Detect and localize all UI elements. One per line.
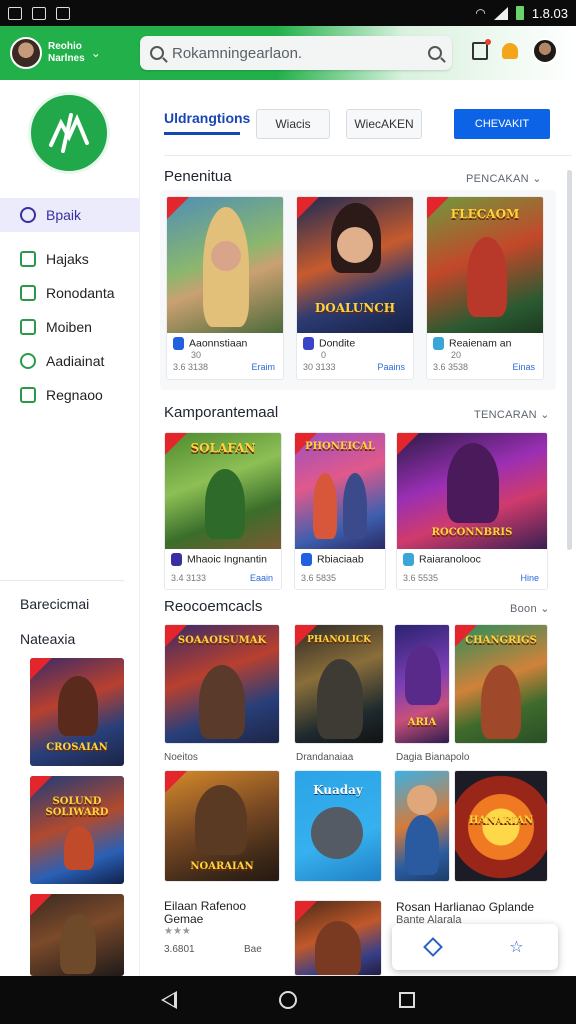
price-label: Hine (520, 573, 539, 583)
game-card[interactable]: DOALUNCH Dondite 0 30 3133 Paains (296, 196, 414, 380)
photo-icon (56, 6, 70, 20)
tab-wiacis[interactable]: Wiacis (256, 109, 330, 139)
sidebar-game-thumb[interactable]: SOLUND SOLIWARD (30, 776, 124, 884)
wifi-icon: ◠ (475, 6, 486, 20)
search-icon (150, 46, 164, 60)
tile-caption: Noeitos (164, 752, 198, 763)
home-icon[interactable] (279, 991, 297, 1009)
profile-switcher[interactable]: Reohio Narlnes ⌄ (10, 37, 138, 69)
tag-icon (20, 319, 36, 335)
recents-icon[interactable] (399, 992, 415, 1008)
sidebar: Bpaik Hajaks Ronodanta Moiben Aadiainat … (0, 80, 140, 976)
primary-action-button[interactable]: CHEVAKIT (454, 109, 550, 139)
sidebar-item-aadiainat[interactable]: Aadiainat (0, 344, 140, 378)
image-icon (8, 6, 22, 20)
tile-caption: Eilaan Rafenoo Gemae (164, 899, 247, 926)
favorite-icon[interactable]: ☆ (509, 937, 523, 957)
search-input[interactable]: Rokamningearlaon. (140, 36, 452, 70)
price-label: Einas (512, 362, 535, 372)
sidebar-divider (0, 580, 124, 581)
diamond-icon[interactable] (423, 937, 444, 957)
cart-icon[interactable] (472, 39, 491, 60)
section-title: Penenitua (164, 168, 232, 185)
back-icon[interactable] (161, 991, 177, 1009)
sidebar-item-hajaks[interactable]: Hajaks (0, 242, 140, 276)
star-rating-icon: ★★★ (164, 926, 191, 937)
scrollbar[interactable] (567, 170, 572, 550)
app-icon (303, 337, 314, 350)
featured-panel: Aaonnstiaan 30 3.6 3138 Eraim DOALUNCH D… (160, 190, 556, 390)
section-title: Reocoemcacls (164, 598, 263, 615)
game-card[interactable]: PHONEICAL Rbiaciaab 3.6 5835 (294, 432, 386, 590)
price-label: Eraim (251, 362, 275, 372)
app-icon (171, 553, 182, 566)
gallery-icon (32, 6, 46, 20)
notifications-icon[interactable] (502, 43, 518, 59)
game-tile[interactable]: NOARAIAN (164, 770, 280, 882)
game-tile[interactable]: PHANOLICK (294, 624, 384, 744)
sidebar-item-ronodanta[interactable]: Ronodanta (0, 276, 140, 310)
divider (164, 155, 572, 156)
main-content: Uldrangtions Wiacis WiecAKEN CHEVAKIT Pe… (140, 80, 576, 976)
check-icon (20, 251, 36, 267)
sidebar-game-thumb[interactable]: CROSAIAN (30, 658, 124, 766)
sidebar-nav: Bpaik Hajaks Ronodanta Moiben Aadiainat … (0, 198, 140, 412)
chat-icon (20, 207, 36, 223)
profile-name: Reohio Narlnes (48, 41, 85, 64)
section-title: Kamporantemaal (164, 404, 279, 421)
floating-action-bar: ☆ (392, 924, 558, 970)
tile-caption: Drandanaiaa (296, 752, 354, 763)
tab-bar: Uldrangtions (164, 110, 250, 135)
tile-caption: Dagia Bianapolo (396, 752, 470, 763)
account-avatar[interactable] (532, 38, 558, 64)
game-card[interactable]: ROCONNBRIS Raiaranolooc 3.6 5535 Hine (396, 432, 548, 590)
app-logo-icon (28, 92, 110, 174)
price-label: Paains (377, 362, 405, 372)
battery-icon (515, 6, 524, 20)
signal-icon (493, 6, 508, 20)
app-icon (433, 337, 444, 350)
clock: 1.8.03 (531, 5, 568, 21)
game-card[interactable]: FLECAOM Reaienam an 20 3.6 3538 Einas (426, 196, 544, 380)
section-more-link[interactable]: TENCARAN ⌄ (474, 408, 550, 421)
camera-icon (20, 387, 36, 403)
price-label: Eaain (249, 573, 273, 583)
sidebar-item-moiben[interactable]: Moiben (0, 310, 140, 344)
system-nav-bar (0, 976, 576, 1024)
section-more-link[interactable]: PENCAKAN ⌄ (466, 172, 542, 185)
sidebar-game-thumb[interactable] (30, 894, 124, 976)
chevron-down-icon[interactable]: ⌄ (91, 46, 101, 60)
app-icon (301, 553, 312, 566)
sidebar-heading: Barecicmai (20, 596, 90, 612)
game-tile[interactable]: HANARIAN (454, 770, 548, 882)
status-bar: ◠ 1.8.03 (0, 0, 576, 26)
avatar[interactable] (10, 37, 42, 69)
search-placeholder: Rokamningearlaon. (172, 44, 303, 62)
game-tile[interactable]: ARIA (394, 624, 450, 744)
grid-icon (20, 285, 36, 301)
tab-active[interactable]: Uldrangtions (164, 110, 250, 135)
price-label: Bae (244, 944, 262, 955)
sidebar-subheading: Nateaxia (20, 631, 76, 647)
game-card[interactable]: Aaonnstiaan 30 3.6 3138 Eraim (166, 196, 284, 380)
tab-wiecaken[interactable]: WiecAKEN (346, 109, 422, 139)
game-tile[interactable] (294, 900, 382, 976)
app-icon (173, 337, 184, 350)
app-bar: Reohio Narlnes ⌄ Rokamningearlaon. (0, 26, 576, 80)
search-submit-icon[interactable] (428, 46, 442, 60)
section-more-link[interactable]: Boon ⌄ (510, 602, 550, 615)
tile-caption: Rosan Harlianao Gplande (396, 900, 535, 914)
game-tile[interactable] (394, 770, 450, 882)
game-tile[interactable]: Kuaday (294, 770, 382, 882)
app-icon (403, 553, 414, 566)
game-tile[interactable]: CHANGRIGS (454, 624, 548, 744)
chat-bubble-icon (20, 353, 36, 369)
sidebar-item-apps[interactable]: Bpaik (0, 198, 140, 232)
game-card[interactable]: SOLAFAN Mhaoic Ingnantin 3.4 3133 Eaain (164, 432, 282, 590)
game-tile[interactable]: SOAAOISUMAK (164, 624, 280, 744)
sidebar-item-regnaoo[interactable]: Regnaoo (0, 378, 140, 412)
